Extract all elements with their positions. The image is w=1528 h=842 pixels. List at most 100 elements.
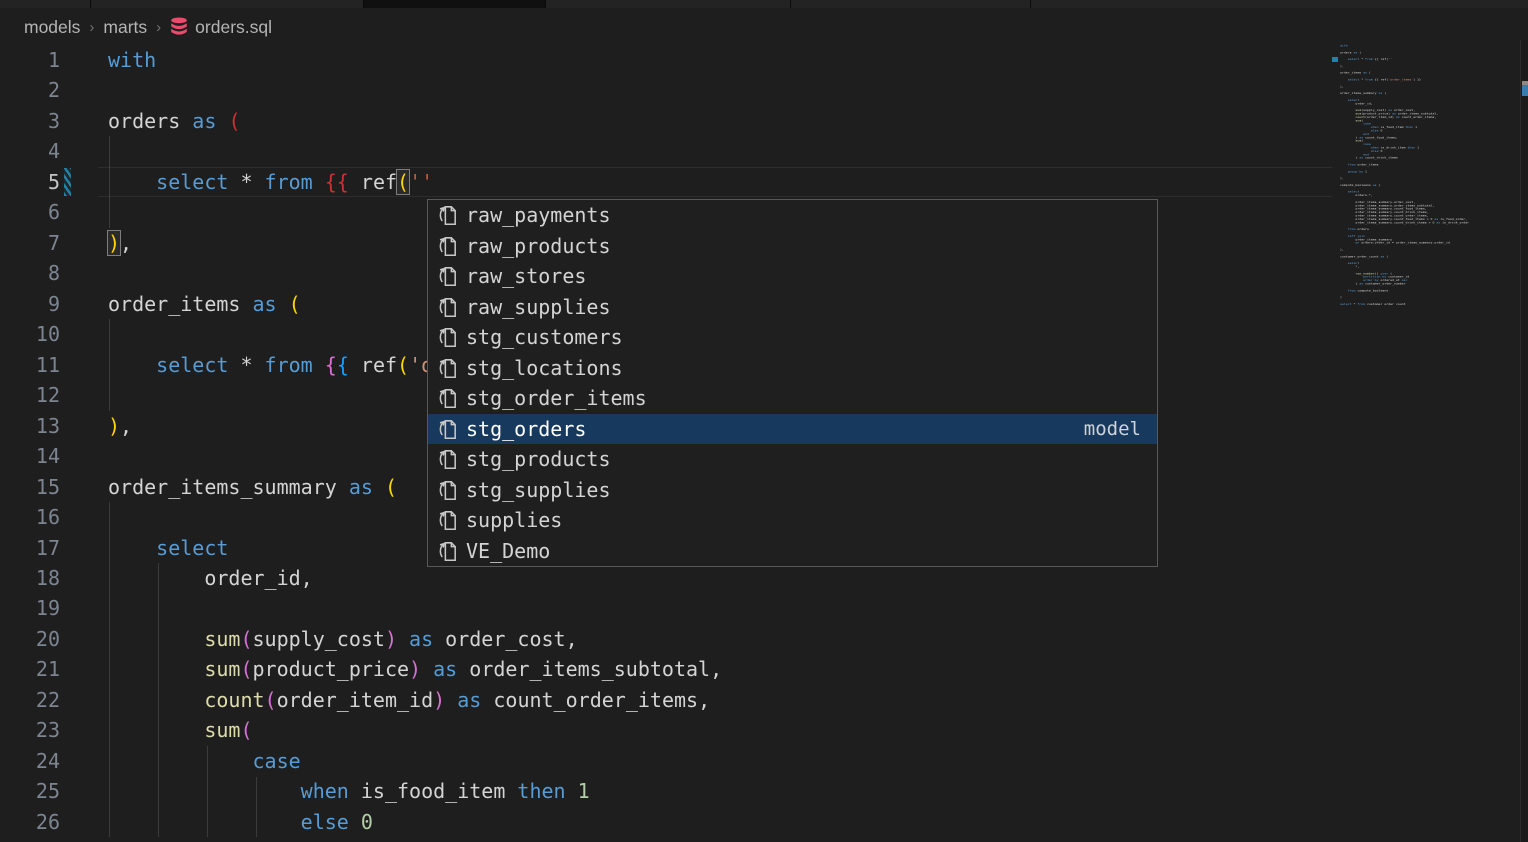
- tab-separator: [363, 0, 364, 8]
- code-line-1[interactable]: 1with: [0, 45, 1332, 75]
- code-line-22[interactable]: 22 count(order_item_id) as count_order_i…: [0, 685, 1332, 715]
- suggest-item-raw_products[interactable]: raw_products: [428, 231, 1157, 262]
- suggest-item-raw_stores[interactable]: raw_stores: [428, 261, 1157, 292]
- code-line-2[interactable]: 2: [0, 75, 1332, 105]
- line-number[interactable]: 2: [0, 75, 60, 105]
- snippet-file-icon: [436, 447, 458, 471]
- suggest-item-stg_orders[interactable]: stg_orders model: [428, 414, 1157, 445]
- snippet-file-icon: [436, 539, 458, 563]
- snippet-file-icon: [436, 203, 458, 227]
- code-text: order_items_summary as (: [108, 472, 397, 502]
- code-line-4[interactable]: 4: [0, 136, 1332, 166]
- line-number[interactable]: 8: [0, 258, 60, 288]
- code-text: select: [108, 533, 228, 563]
- chevron-right-icon: ›: [89, 19, 94, 36]
- overview-ruler[interactable]: [1520, 40, 1528, 842]
- suggest-item-stg_locations[interactable]: stg_locations: [428, 353, 1157, 384]
- code-text: when is_food_item then 1: [108, 776, 590, 806]
- snippet-file-icon: [436, 356, 458, 380]
- suggest-item-label: VE_Demo: [466, 539, 550, 563]
- suggest-item-detail: model: [1084, 418, 1141, 440]
- code-line-26[interactable]: 26 else 0: [0, 807, 1332, 837]
- database-file-icon: [170, 17, 188, 37]
- code-text: case: [108, 746, 301, 776]
- suggest-item-VE_Demo[interactable]: VE_Demo: [428, 536, 1157, 567]
- line-number[interactable]: 16: [0, 502, 60, 532]
- breadcrumb-item-marts[interactable]: marts: [103, 17, 147, 38]
- code-line-19[interactable]: 19: [0, 593, 1332, 623]
- suggest-item-label: stg_customers: [466, 325, 623, 349]
- overview-ruler-mark: [1522, 85, 1528, 96]
- line-number[interactable]: 25: [0, 776, 60, 806]
- code-line-25[interactable]: 25 when is_food_item then 1: [0, 776, 1332, 806]
- line-number[interactable]: 11: [0, 350, 60, 380]
- suggest-item-label: stg_products: [466, 447, 611, 471]
- line-number[interactable]: 1: [0, 45, 60, 75]
- snippet-file-icon: [436, 234, 458, 258]
- minimap[interactable]: with orders as ( select * from {{ ref(''…: [1340, 44, 1490, 334]
- line-number[interactable]: 15: [0, 472, 60, 502]
- line-number[interactable]: 26: [0, 807, 60, 837]
- code-text: ),: [108, 228, 132, 258]
- line-number[interactable]: 24: [0, 746, 60, 776]
- tab-separator: [545, 0, 546, 8]
- code-text: sum(product_price) as order_items_subtot…: [108, 654, 722, 684]
- line-number[interactable]: 23: [0, 715, 60, 745]
- tab-separator: [790, 0, 791, 8]
- suggest-item-label: stg_supplies: [466, 478, 611, 502]
- line-number[interactable]: 10: [0, 319, 60, 349]
- suggest-item-supplies[interactable]: supplies: [428, 505, 1157, 536]
- line-number[interactable]: 19: [0, 593, 60, 623]
- line-number[interactable]: 4: [0, 136, 60, 166]
- code-line-3[interactable]: 3orders as (: [0, 106, 1332, 136]
- suggest-item-stg_order_items[interactable]: stg_order_items: [428, 383, 1157, 414]
- suggest-item-stg_customers[interactable]: stg_customers: [428, 322, 1157, 353]
- breadcrumb-item-file[interactable]: orders.sql: [195, 17, 272, 38]
- breadcrumb-item-models[interactable]: models: [24, 17, 80, 38]
- line-number[interactable]: 9: [0, 289, 60, 319]
- snippet-file-icon: [436, 508, 458, 532]
- code-line-23[interactable]: 23 sum(: [0, 715, 1332, 745]
- line-number[interactable]: 6: [0, 197, 60, 227]
- active-tab[interactable]: [363, 0, 545, 8]
- code-text: else 0: [108, 807, 373, 837]
- suggest-item-label: raw_stores: [466, 264, 586, 288]
- line-number[interactable]: 3: [0, 106, 60, 136]
- code-text: order_id,: [108, 563, 313, 593]
- code-line-21[interactable]: 21 sum(product_price) as order_items_sub…: [0, 654, 1332, 684]
- line-number[interactable]: 20: [0, 624, 60, 654]
- code-text: sum(supply_cost) as order_cost,: [108, 624, 578, 654]
- suggest-widget[interactable]: raw_payments raw_productsraw_stores raw_su…: [427, 199, 1158, 567]
- suggest-item-label: raw_payments: [466, 203, 611, 227]
- line-number[interactable]: 21: [0, 654, 60, 684]
- line-number[interactable]: 12: [0, 380, 60, 410]
- suggest-item-label: raw_supplies: [466, 295, 611, 319]
- line-number[interactable]: 5: [0, 167, 60, 197]
- suggest-item-stg_supplies[interactable]: stg_supplies: [428, 475, 1157, 506]
- suggest-item-raw_supplies[interactable]: raw_supplies: [428, 292, 1157, 323]
- tab-separator: [1030, 0, 1031, 8]
- breadcrumb: models › marts › orders.sql: [24, 14, 272, 40]
- suggest-item-label: stg_orders: [466, 417, 586, 441]
- code-line-18[interactable]: 18 order_id,: [0, 563, 1332, 593]
- suggest-item-stg_products[interactable]: stg_products: [428, 444, 1157, 475]
- minimap-modified-marker: [1332, 57, 1338, 62]
- suggest-item-label: stg_locations: [466, 356, 623, 380]
- line-number[interactable]: 18: [0, 563, 60, 593]
- line-number[interactable]: 13: [0, 411, 60, 441]
- line-number[interactable]: 17: [0, 533, 60, 563]
- code-line-5[interactable]: 5 select * from {{ ref('': [0, 167, 1332, 197]
- minimap-code: with orders as ( select * from {{ ref(''…: [1340, 44, 1364, 306]
- code-text: ),: [108, 411, 132, 441]
- line-number[interactable]: 7: [0, 228, 60, 258]
- line-number[interactable]: 22: [0, 685, 60, 715]
- code-line-20[interactable]: 20 sum(supply_cost) as order_cost,: [0, 624, 1332, 654]
- snippet-file-icon: [436, 478, 458, 502]
- code-text: select * from {{ ref('': [108, 167, 433, 197]
- editor-tabs-strip[interactable]: [0, 0, 1528, 8]
- suggest-item-raw_payments[interactable]: raw_payments: [428, 200, 1157, 231]
- code-text: sum(: [108, 715, 253, 745]
- code-line-24[interactable]: 24 case: [0, 746, 1332, 776]
- line-number[interactable]: 14: [0, 441, 60, 471]
- snippet-file-icon: [436, 295, 458, 319]
